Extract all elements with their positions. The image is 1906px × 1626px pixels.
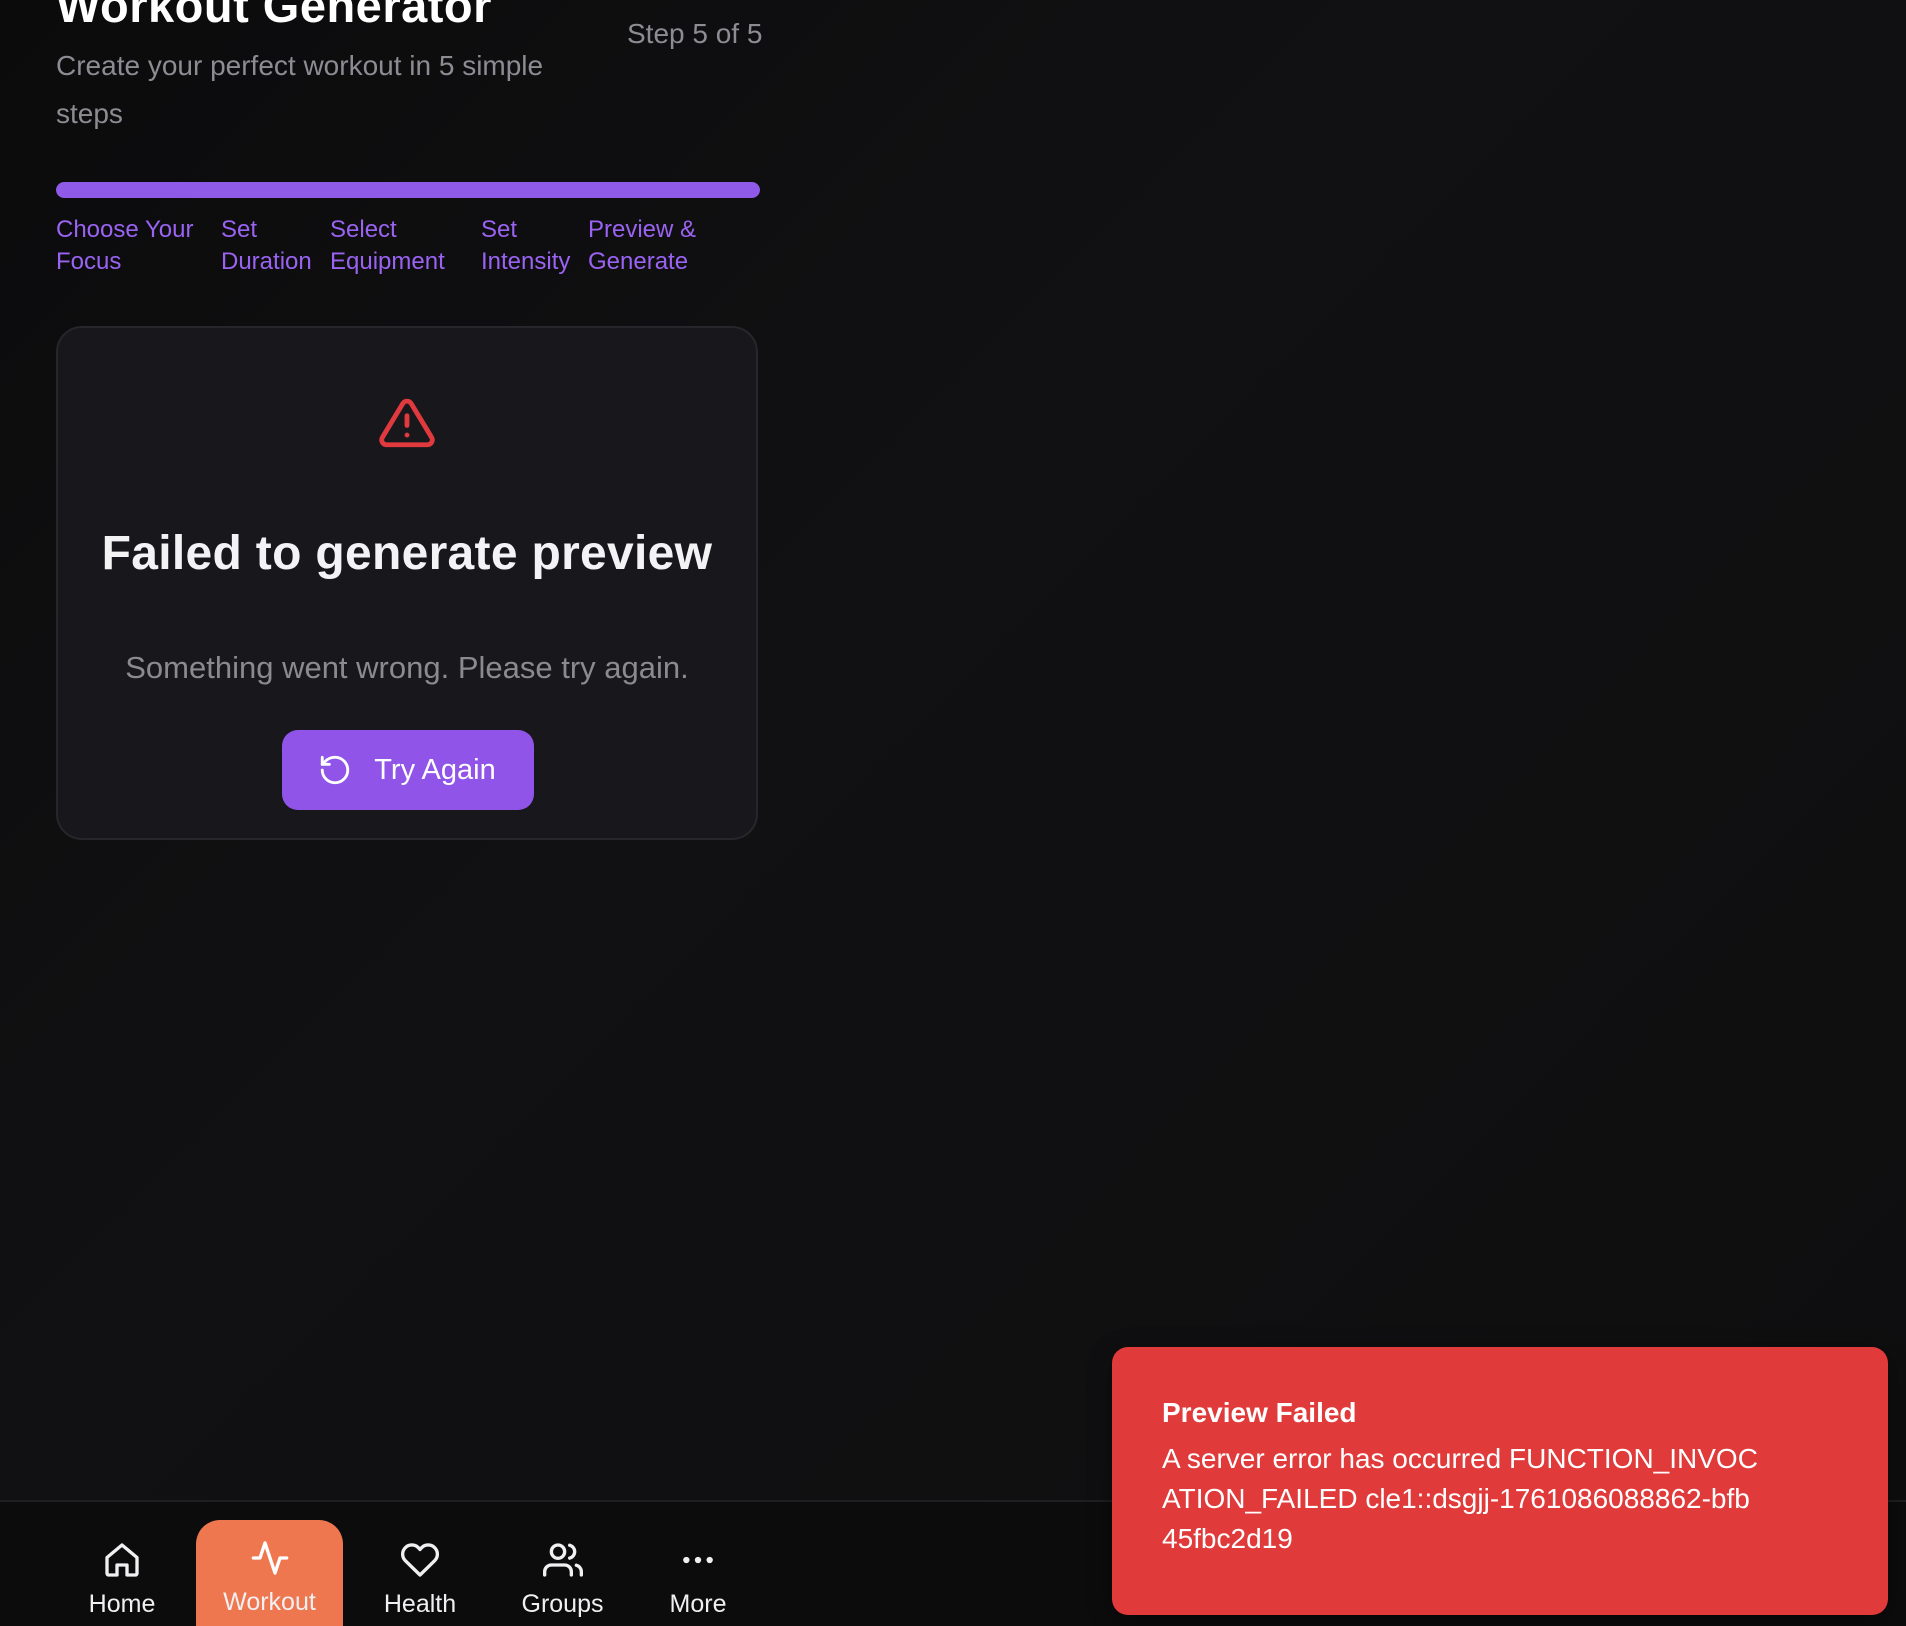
- error-toast[interactable]: Preview Failed A server error has occurr…: [1112, 1347, 1888, 1615]
- nav-item-more[interactable]: More: [648, 1522, 748, 1626]
- home-icon: [105, 1543, 139, 1577]
- try-again-button[interactable]: Try Again: [282, 730, 534, 810]
- error-card: Failed to generate preview Something wen…: [56, 326, 758, 840]
- try-again-label: Try Again: [374, 753, 496, 786]
- toast-title: Preview Failed: [1162, 1397, 1357, 1428]
- more-horizontal-icon: [683, 1556, 713, 1564]
- rotate-ccw-icon: [321, 755, 350, 785]
- error-message: Something went wrong. Please try again.: [125, 650, 689, 685]
- step-label-duration[interactable]: Set Duration: [221, 214, 330, 278]
- activity-icon: [251, 1541, 288, 1575]
- page: Workout Generator Create your perfect wo…: [0, 0, 1906, 1626]
- nav-item-health[interactable]: Health: [370, 1522, 470, 1626]
- nav-label-health: Health: [383, 1590, 457, 1618]
- page-subtitle: Create your perfect workout in 5 simple …: [56, 50, 544, 129]
- nav-item-groups[interactable]: Groups: [510, 1522, 615, 1626]
- error-title: Failed to generate preview: [101, 527, 713, 580]
- nav-item-home[interactable]: Home: [72, 1522, 172, 1626]
- progress-bar: [56, 182, 760, 198]
- progress-bar-fill: [56, 182, 760, 198]
- step-label-preview[interactable]: Preview & Generate: [588, 214, 716, 278]
- header: Workout Generator Create your perfect wo…: [56, 0, 762, 129]
- warning-triangle-icon: [379, 398, 435, 448]
- step-indicator: Step 5 of 5: [627, 18, 763, 49]
- toast-message: A server error has occurred FUNCTION_INV…: [1162, 1443, 1758, 1554]
- step-label-intensity[interactable]: Set Intensity: [481, 214, 588, 278]
- nav-label-groups: Groups: [521, 1590, 604, 1618]
- users-icon: [542, 1543, 583, 1577]
- step-label-equipment[interactable]: Select Equipment: [330, 214, 481, 278]
- nav-item-workout[interactable]: Workout: [196, 1520, 343, 1626]
- step-label-focus[interactable]: Choose Your Focus: [56, 214, 221, 278]
- nav-label-more: More: [669, 1590, 727, 1618]
- nav-label-workout: Workout: [223, 1588, 316, 1616]
- step-labels: Choose Your Focus Set Duration Select Eq…: [56, 214, 766, 278]
- heart-icon: [400, 1543, 440, 1577]
- nav-label-home: Home: [88, 1590, 156, 1618]
